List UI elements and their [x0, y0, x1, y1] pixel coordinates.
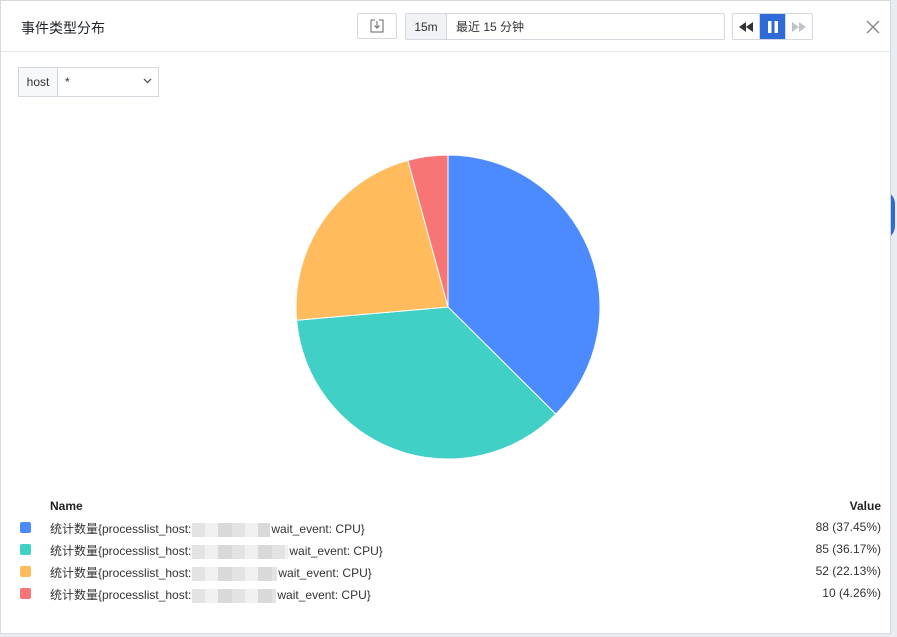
- host-filter-select[interactable]: *: [58, 68, 158, 96]
- legend-series-name: 统计数量{processlist_host: wait_event: CPU}: [50, 544, 383, 559]
- dialog-title: 事件类型分布: [21, 20, 105, 36]
- legend-series-value: 85 (36.17%): [815, 542, 881, 556]
- event-type-distribution-dialog: 事件类型分布 15m 最近 15 分钟 host * Name Value 统计…: [0, 0, 891, 634]
- legend-name-header: Name: [50, 499, 83, 513]
- pause-icon: [767, 20, 778, 33]
- host-filter-label: host: [19, 68, 58, 96]
- legend-swatch: [20, 566, 31, 577]
- legend-series-value: 10 (4.26%): [822, 586, 881, 600]
- time-range-label: 最近 15 分钟: [456, 20, 525, 34]
- redacted-host: [192, 522, 271, 537]
- pie-chart-svg: [295, 154, 601, 460]
- close-button[interactable]: [865, 19, 881, 35]
- dialog-header: 事件类型分布 15m 最近 15 分钟: [1, 1, 890, 52]
- fast-forward-icon: [792, 21, 807, 32]
- rewind-icon: [738, 21, 753, 32]
- rewind-button[interactable]: [733, 14, 759, 39]
- legend-series-name: 统计数量{processlist_host: wait_event: CPU}: [50, 588, 371, 603]
- legend-row[interactable]: 统计数量{processlist_host: wait_event: CPU} 8…: [18, 539, 883, 561]
- chart-legend: Name Value 统计数量{processlist_host: wait_ev…: [18, 499, 883, 605]
- legend-row[interactable]: 统计数量{processlist_host: wait_event: CPU} 5…: [18, 561, 883, 583]
- legend-swatch: [20, 588, 31, 599]
- host-filter-value: *: [65, 75, 70, 89]
- legend-series-name: 统计数量{processlist_host: wait_event: CPU}: [50, 566, 372, 581]
- legend-value-header: Value: [849, 499, 881, 513]
- legend-swatch: [20, 544, 31, 555]
- chevron-down-icon: [143, 78, 152, 84]
- time-range-picker[interactable]: 15m 最近 15 分钟: [405, 13, 725, 40]
- legend-swatch: [20, 522, 31, 533]
- time-range-short: 15m: [406, 14, 447, 39]
- host-filter: host *: [18, 67, 159, 97]
- legend-series-name: 统计数量{processlist_host: wait_event: CPU}: [50, 522, 365, 537]
- legend-row[interactable]: 统计数量{processlist_host: wait_event: CPU} 8…: [18, 517, 883, 539]
- playback-controls: [732, 13, 813, 40]
- pause-button[interactable]: [758, 14, 786, 39]
- pie-chart: [295, 154, 601, 460]
- redacted-host: [192, 588, 277, 603]
- download-button[interactable]: [357, 13, 397, 39]
- close-icon: [866, 20, 880, 34]
- legend-series-value: 52 (22.13%): [815, 564, 881, 578]
- legend-series-value: 88 (37.45%): [815, 520, 881, 534]
- legend-header: Name Value: [18, 499, 883, 517]
- fast-forward-button[interactable]: [785, 14, 812, 39]
- redacted-host: [192, 544, 289, 559]
- redacted-host: [192, 566, 278, 581]
- legend-row[interactable]: 统计数量{processlist_host: wait_event: CPU} 1…: [18, 583, 883, 605]
- download-icon: [370, 19, 384, 33]
